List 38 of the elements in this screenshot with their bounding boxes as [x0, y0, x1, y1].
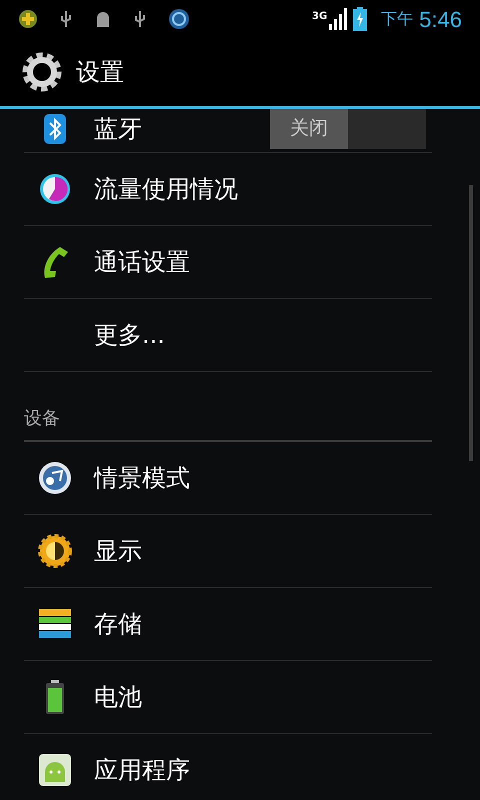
- item-label: 显示: [94, 536, 143, 567]
- brightness-icon: [38, 534, 72, 568]
- item-label: 存储: [94, 609, 143, 640]
- settings-item[interactable]: 更多...: [24, 299, 432, 372]
- signal-icon: [329, 8, 348, 30]
- settings-item[interactable]: 显示: [24, 515, 432, 588]
- settings-item[interactable]: 蓝牙 关闭: [24, 109, 432, 153]
- bluetooth-icon: [44, 114, 66, 144]
- item-label: 流量使用情况: [94, 174, 239, 205]
- usb-icon: [134, 9, 146, 29]
- section-header: 设备: [24, 407, 60, 431]
- settings-item[interactable]: 电池: [24, 661, 432, 734]
- battery-icon: [46, 680, 64, 714]
- ampm-label: 下午: [381, 8, 414, 30]
- sound-profile-icon: [38, 461, 72, 495]
- settings-item[interactable]: 应用程序: [24, 734, 432, 800]
- settings-icon: [22, 52, 62, 92]
- item-label: 通话设置: [94, 247, 191, 278]
- item-label: 更多...: [94, 320, 166, 351]
- globe-icon: [168, 8, 190, 30]
- settings-item[interactable]: 情景模式: [24, 442, 432, 515]
- usb-icon: [60, 9, 72, 29]
- item-label: 蓝牙: [94, 114, 143, 144]
- item-label: 情景模式: [94, 463, 191, 494]
- storage-icon: [39, 609, 71, 639]
- item-label: 电池: [94, 682, 143, 713]
- pie-chart-icon: [39, 173, 71, 205]
- battery-charging-icon: [353, 7, 368, 31]
- notification-icon: [18, 9, 38, 29]
- android-app-icon: [39, 754, 71, 786]
- item-label: 应用程序: [94, 755, 191, 786]
- screen-title: 设置: [76, 57, 124, 88]
- toggle-switch[interactable]: 关闭: [270, 109, 426, 148]
- settings-item[interactable]: 流量使用情况: [24, 153, 432, 226]
- settings-item[interactable]: 通话设置: [24, 226, 432, 299]
- network-type: 3G: [312, 10, 328, 24]
- settings-item[interactable]: 存储: [24, 588, 432, 661]
- clock: 5:46: [419, 6, 462, 34]
